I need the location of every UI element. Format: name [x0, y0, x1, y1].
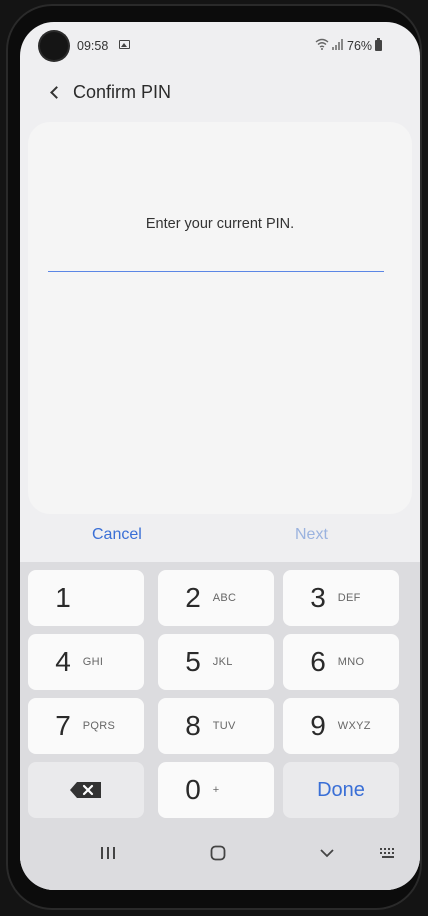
key-letters: ABC: [212, 592, 237, 604]
key-digit: 4: [55, 646, 71, 677]
recent-apps-button[interactable]: [88, 838, 128, 868]
key-6[interactable]: 6 MNO: [283, 634, 399, 690]
keyboard-switch-button[interactable]: [368, 838, 408, 868]
key-digit: 6: [310, 646, 326, 677]
next-button[interactable]: Next: [295, 526, 328, 544]
key-letters: PQRS: [82, 720, 116, 732]
phone-frame: 09:58 76% Confirm PIN Enter your current…: [6, 4, 422, 910]
recent-apps-icon: [101, 847, 115, 859]
key-1[interactable]: 1: [28, 570, 144, 626]
status-bar: 09:58 76%: [20, 22, 420, 68]
key-letters: MNO: [337, 656, 365, 668]
wifi-icon: [315, 38, 329, 50]
cancel-button[interactable]: Cancel: [92, 526, 142, 544]
key-2[interactable]: 2 ABC: [158, 570, 274, 626]
backspace-key[interactable]: [28, 762, 144, 818]
key-4[interactable]: 4 GHI: [28, 634, 144, 690]
key-letters: GHI: [82, 656, 104, 668]
pin-prompt: Enter your current PIN.: [145, 216, 295, 232]
key-letters: TUV: [212, 720, 236, 732]
key-digit: 0: [185, 774, 201, 805]
key-5[interactable]: 5 JKL: [158, 634, 274, 690]
backspace-icon: [70, 782, 101, 798]
key-8[interactable]: 8 TUV: [158, 698, 274, 754]
key-letters: WXYZ: [337, 720, 371, 732]
key-letters: +: [212, 784, 220, 796]
key-3[interactable]: 3 DEF: [283, 570, 399, 626]
keyboard-icon: [380, 848, 394, 858]
back-arrow-icon[interactable]: [42, 80, 66, 104]
home-button[interactable]: [198, 838, 238, 868]
key-digit: 9: [310, 710, 326, 741]
key-letters: DEF: [337, 592, 361, 604]
battery-level: 76%: [347, 39, 373, 53]
hide-keyboard-button[interactable]: [307, 838, 347, 868]
chevron-down-icon: [320, 849, 334, 858]
key-digit: 7: [55, 710, 71, 741]
pin-entry-panel: Enter your current PIN.: [28, 122, 412, 514]
action-bar: Cancel Next: [20, 514, 420, 562]
key-digit: 8: [185, 710, 201, 741]
home-icon: [210, 845, 226, 861]
screen: 09:58 76% Confirm PIN Enter your current…: [20, 22, 420, 890]
key-letters: JKL: [212, 656, 233, 668]
key-7[interactable]: 7 PQRS: [28, 698, 144, 754]
front-camera: [40, 32, 68, 60]
key-digit: 2: [185, 582, 201, 613]
page-title: Confirm PIN: [73, 82, 172, 102]
battery-icon: [375, 38, 382, 51]
key-9[interactable]: 9 WXYZ: [283, 698, 399, 754]
status-time: 09:58: [77, 39, 109, 53]
navigation-bar: [20, 822, 420, 890]
app-header: Confirm PIN: [20, 68, 420, 122]
key-0[interactable]: 0 +: [158, 762, 274, 818]
gallery-icon: [119, 40, 130, 49]
signal-icon: [332, 39, 343, 50]
done-button[interactable]: Done: [283, 762, 399, 818]
key-digit: 3: [310, 582, 326, 613]
key-digit: 5: [185, 646, 201, 677]
pin-input[interactable]: [48, 240, 384, 272]
done-label: Done: [317, 778, 365, 801]
key-digit: 1: [55, 582, 71, 613]
